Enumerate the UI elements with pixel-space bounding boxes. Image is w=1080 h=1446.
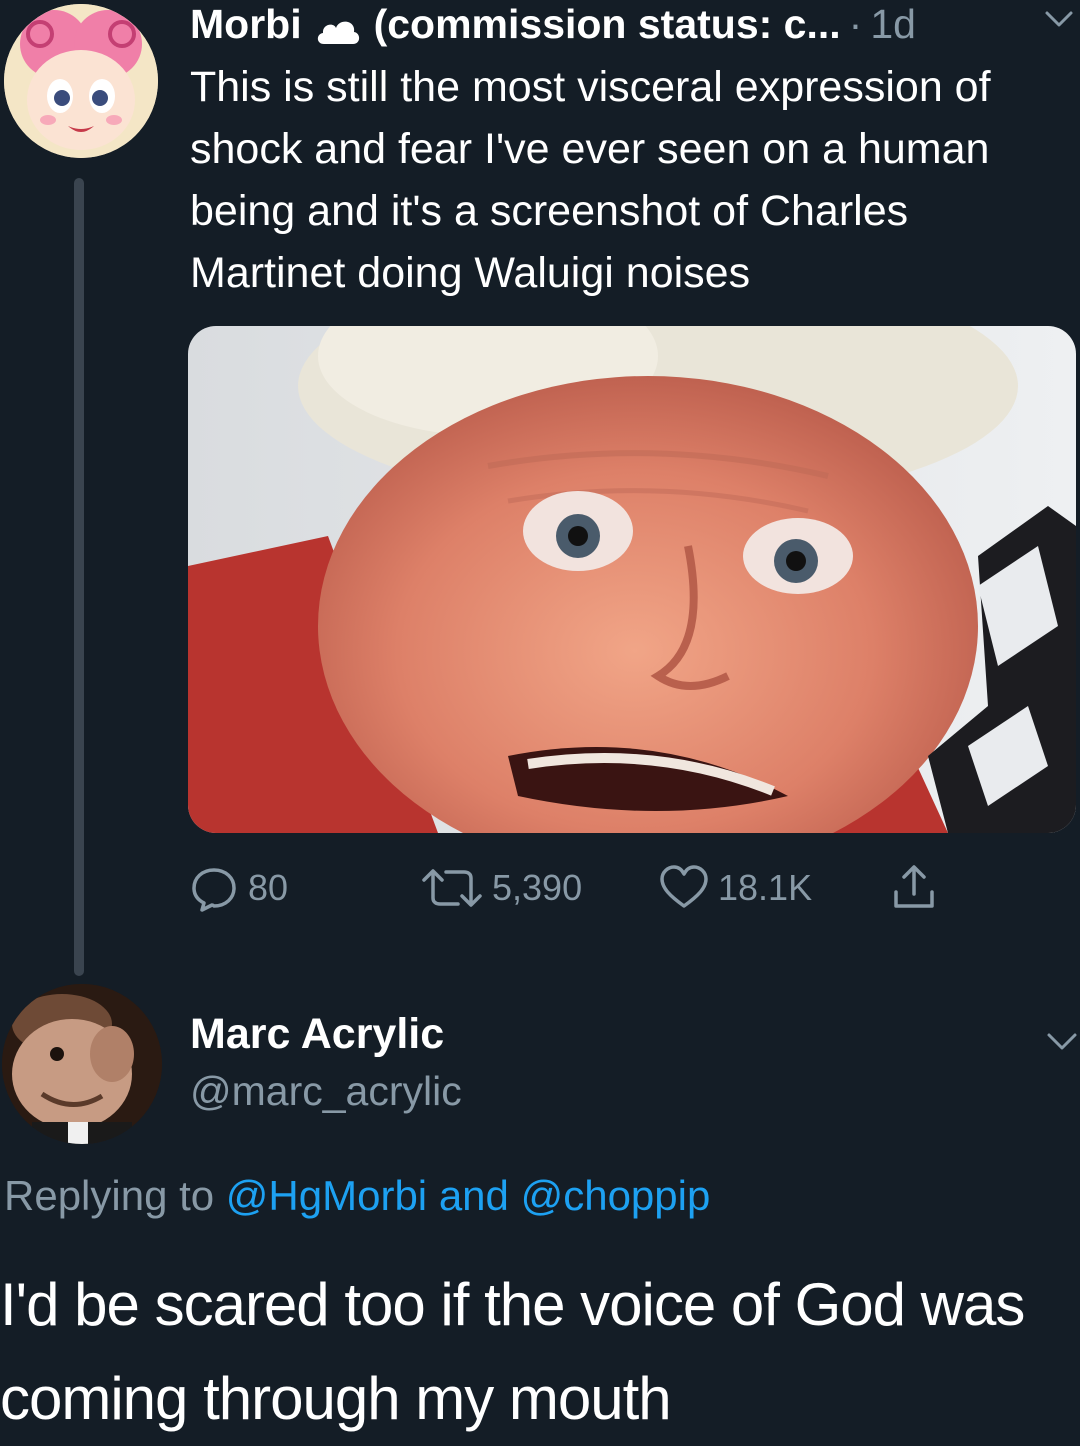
retweet-count: 5,390	[492, 867, 583, 908]
share-icon	[894, 865, 934, 908]
tweet-header: Morbi (commission status: c... · 1d	[190, 0, 1080, 48]
reply-count: 80	[248, 867, 289, 908]
tweet-status-text: (commission status: c...	[373, 0, 841, 47]
like-count: 18.1K	[718, 867, 813, 908]
reply-handle[interactable]: @marc_acrylic	[190, 1068, 462, 1115]
reply-display-name[interactable]: Marc Acrylic	[190, 1010, 444, 1059]
heart-icon	[660, 865, 708, 908]
like-action[interactable]: 18.1K	[658, 858, 812, 918]
tweet-body-text: This is still the most visceral expressi…	[190, 63, 991, 297]
share-action[interactable]	[888, 858, 948, 918]
reply-icon	[192, 868, 236, 912]
mention-link[interactable]: @HgMorbi	[226, 1172, 427, 1219]
replying-to-label: Replying to	[4, 1172, 215, 1219]
retweet-action[interactable]: 5,390	[420, 858, 582, 918]
reply-body-text: I'd be scared too if the voice of God wa…	[0, 1271, 1025, 1432]
tweet-media-image[interactable]	[188, 326, 1076, 833]
retweet-icon	[422, 869, 482, 907]
reply-action[interactable]: 80	[188, 858, 288, 918]
tweet-display-name[interactable]: Morbi	[190, 1, 302, 48]
replying-to-line: Replying to @HgMorbi and @choppip	[4, 1172, 710, 1220]
chevron-down-icon[interactable]	[1046, 1030, 1078, 1052]
thread-connector-line	[74, 178, 84, 976]
mention-conjunction: and	[438, 1172, 509, 1219]
tweet-actions-bar: 80 5,390 18.1K	[188, 858, 988, 918]
tweet-timestamp[interactable]: 1d	[870, 1, 916, 48]
morbi-avatar[interactable]	[4, 4, 158, 158]
mention-link[interactable]: @choppip	[521, 1172, 711, 1219]
chevron-down-icon[interactable]	[1044, 8, 1074, 30]
cloud-icon	[314, 9, 362, 44]
tweet-separator: ·	[848, 0, 863, 47]
marc-acrylic-avatar[interactable]	[2, 984, 162, 1144]
